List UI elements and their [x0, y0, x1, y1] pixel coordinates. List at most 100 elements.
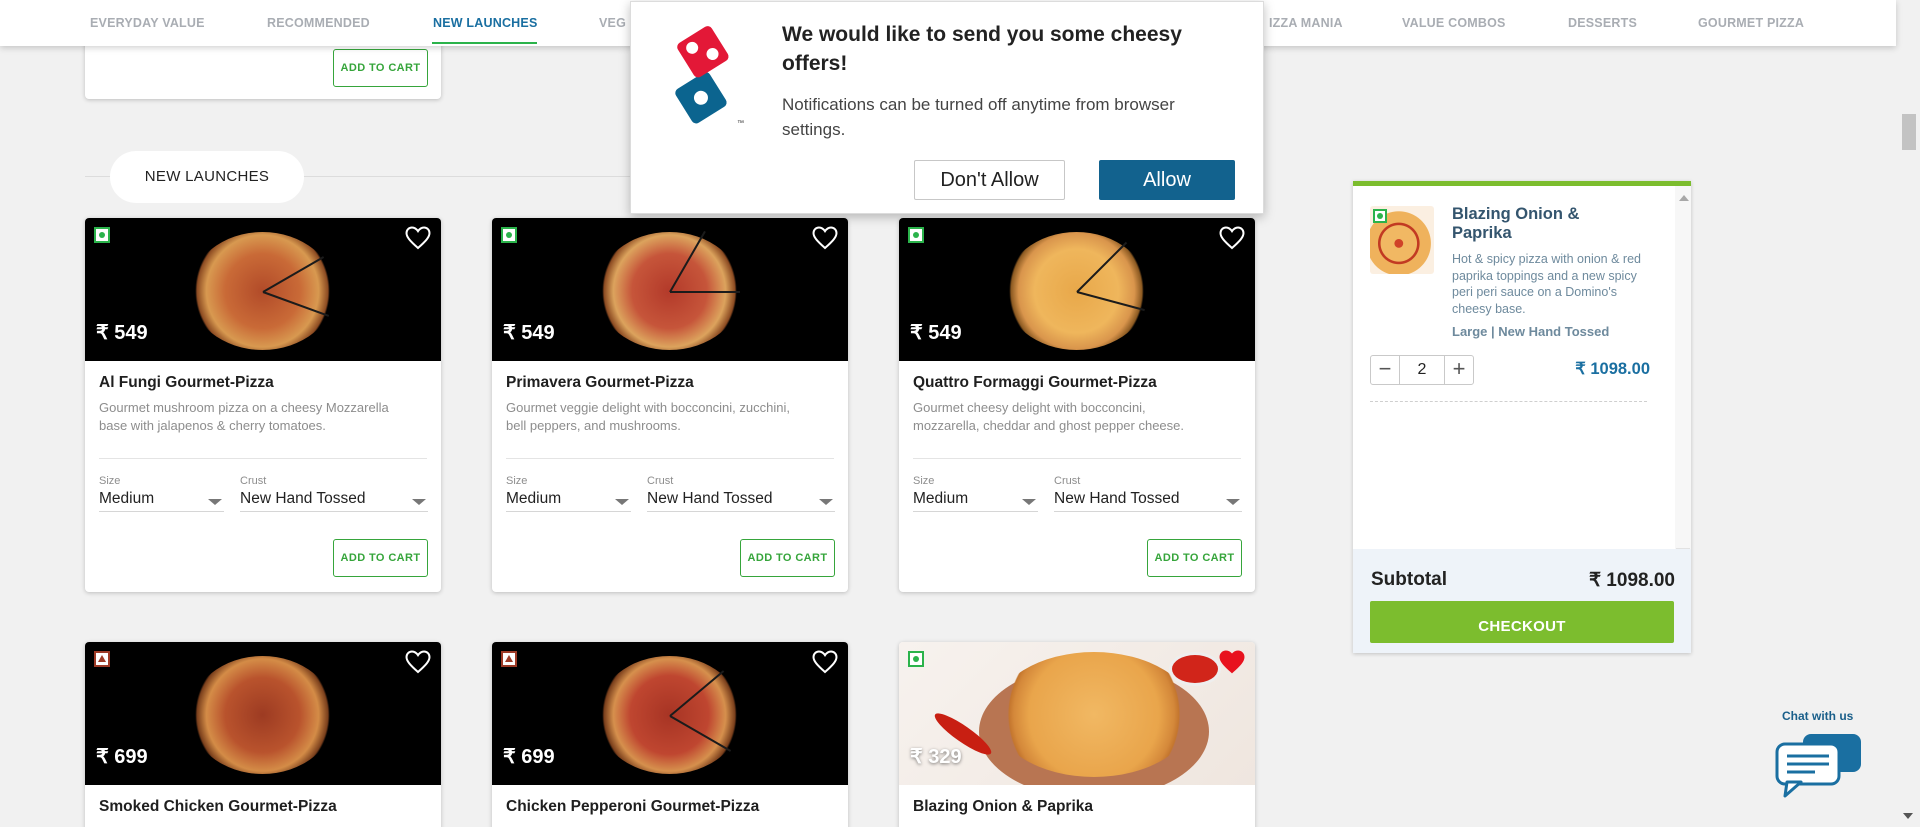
tab-new-launches[interactable]: NEW LAUNCHES: [433, 16, 537, 30]
add-to-cart-button[interactable]: ADD TO CART: [333, 49, 428, 87]
tab-pizza-mania[interactable]: IZZA MANIA: [1269, 16, 1343, 30]
size-value: Medium: [99, 490, 155, 507]
cart-item-description: Hot & spicy pizza with onion & red papri…: [1452, 252, 1641, 316]
size-select[interactable]: Medium: [99, 490, 224, 512]
crust-label: Crust: [240, 475, 267, 487]
product-title: Al Fungi Gourmet-Pizza: [99, 374, 274, 391]
dominos-logo-icon: ™: [675, 26, 744, 127]
add-to-cart-button[interactable]: ADD TO CART: [740, 539, 835, 577]
crust-label: Crust: [1054, 475, 1081, 487]
pizza-graphic: [1004, 232, 1149, 350]
tab-gourmet-pizza[interactable]: GOURMET PIZZA: [1698, 16, 1804, 30]
subtotal-label: Subtotal: [1371, 569, 1447, 590]
tab-veg[interactable]: VEG: [599, 16, 626, 30]
pizza-graphic: [190, 232, 335, 350]
product-card: ₹ 699 Smoked Chicken Gourmet-Pizza: [85, 642, 441, 827]
price-label: ₹ 549: [503, 322, 555, 344]
crust-select[interactable]: New Hand Tossed: [647, 490, 835, 512]
cart-footer: Subtotal ₹ 1098.00 CHECKOUT: [1353, 549, 1691, 653]
chevron-down-icon: [412, 499, 426, 505]
price-label: ₹ 329: [910, 746, 962, 768]
tab-value-combos[interactable]: VALUE COMBOS: [1402, 16, 1506, 30]
tab-recommended[interactable]: RECOMMENDED: [267, 16, 370, 30]
product-description: Gourmet mushroom pizza on a cheesy Mozza…: [99, 400, 389, 433]
chat-bubble-icon[interactable]: [1773, 730, 1869, 800]
scroll-up-icon[interactable]: [1679, 195, 1689, 201]
heart-icon[interactable]: [1219, 226, 1245, 250]
size-label: Size: [506, 475, 528, 487]
crust-value: New Hand Tossed: [1054, 490, 1180, 507]
cart-item-name: Blazing Onion & Paprika: [1452, 205, 1580, 242]
add-to-cart-button[interactable]: ADD TO CART: [1147, 539, 1242, 577]
checkout-button[interactable]: CHECKOUT: [1370, 601, 1674, 643]
dont-allow-button[interactable]: Don't Allow: [914, 160, 1065, 200]
chevron-down-icon: [1022, 499, 1036, 505]
crust-value: New Hand Tossed: [240, 490, 366, 507]
product-title: Smoked Chicken Gourmet-Pizza: [99, 798, 337, 815]
price-label: ₹ 699: [503, 746, 555, 768]
notification-permission-dialog: ™ We would like to send you some cheesy …: [630, 1, 1264, 214]
non-veg-icon: [94, 651, 110, 667]
divider: [506, 458, 834, 459]
price-label: ₹ 549: [910, 322, 962, 344]
product-description: Gourmet cheesy delight with bocconcini, …: [913, 400, 1185, 433]
cart-item-price: ₹ 1098.00: [1575, 360, 1650, 378]
heart-icon[interactable]: [405, 650, 431, 674]
heart-filled-icon[interactable]: [1219, 650, 1245, 674]
heart-icon[interactable]: [405, 226, 431, 250]
product-card: ₹ 699 Chicken Pepperoni Gourmet-Pizza: [492, 642, 848, 827]
svg-text:™: ™: [737, 120, 744, 127]
cart-scrollbar[interactable]: [1675, 186, 1691, 556]
pizza-graphic: [994, 652, 1194, 777]
size-select[interactable]: Medium: [506, 490, 631, 512]
chevron-down-icon: [819, 499, 833, 505]
divider: [913, 458, 1241, 459]
tab-everyday-value[interactable]: EVERYDAY VALUE: [90, 16, 205, 30]
scroll-down-icon[interactable]: [1903, 813, 1913, 819]
tab-desserts[interactable]: DESSERTS: [1568, 16, 1637, 30]
allow-button[interactable]: Allow: [1099, 160, 1235, 200]
add-to-cart-button[interactable]: ADD TO CART: [333, 539, 428, 577]
size-label: Size: [99, 475, 121, 487]
increase-quantity-button[interactable]: +: [1444, 356, 1473, 384]
sauce-bowl: [1169, 652, 1221, 686]
veg-icon: [1373, 209, 1387, 223]
non-veg-icon: [501, 651, 517, 667]
quantity-stepper: − 2 +: [1370, 355, 1474, 385]
veg-icon: [908, 227, 924, 243]
product-title: Primavera Gourmet-Pizza: [506, 374, 694, 391]
product-card: ₹ 549 Quattro Formaggi Gourmet-Pizza Gou…: [899, 218, 1255, 592]
crust-label: Crust: [647, 475, 674, 487]
decrease-quantity-button[interactable]: −: [1371, 356, 1400, 384]
chevron-down-icon: [1226, 499, 1240, 505]
pizza-graphic: [597, 230, 742, 350]
notification-title: We would like to send you some cheesy of…: [782, 23, 1182, 75]
size-select[interactable]: Medium: [913, 490, 1038, 512]
size-value: Medium: [913, 490, 969, 507]
scrollbar-thumb[interactable]: [1902, 114, 1916, 150]
heart-icon[interactable]: [812, 226, 838, 250]
page-scrollbar[interactable]: [1896, 0, 1920, 827]
veg-icon: [501, 227, 517, 243]
size-value: Medium: [506, 490, 562, 507]
product-card: ₹ 549 Al Fungi Gourmet-Pizza Gourmet mus…: [85, 218, 441, 592]
divider: [99, 458, 427, 459]
cart-item-image: [1370, 206, 1434, 274]
cart-item-options: Large | New Hand Tossed: [1452, 324, 1610, 339]
pizza-graphic: [190, 656, 335, 774]
subtotal-value: ₹ 1098.00: [1588, 570, 1675, 591]
cart-panel: Blazing Onion & Paprika Hot & spicy pizz…: [1353, 181, 1691, 653]
heart-icon[interactable]: [812, 650, 838, 674]
product-description: Gourmet veggie delight with bocconcini, …: [506, 400, 790, 433]
crust-select[interactable]: New Hand Tossed: [240, 490, 428, 512]
crust-select[interactable]: New Hand Tossed: [1054, 490, 1242, 512]
chat-label[interactable]: Chat with us: [1782, 709, 1853, 723]
size-label: Size: [913, 475, 935, 487]
notification-subtitle: Notifications can be turned off anytime …: [782, 95, 1175, 139]
product-title: Blazing Onion & Paprika: [913, 798, 1093, 815]
section-title: NEW LAUNCHES: [110, 151, 304, 203]
quantity-value[interactable]: 2: [1401, 356, 1443, 384]
veg-icon: [908, 651, 924, 667]
price-label: ₹ 549: [96, 322, 148, 344]
crust-value: New Hand Tossed: [647, 490, 773, 507]
